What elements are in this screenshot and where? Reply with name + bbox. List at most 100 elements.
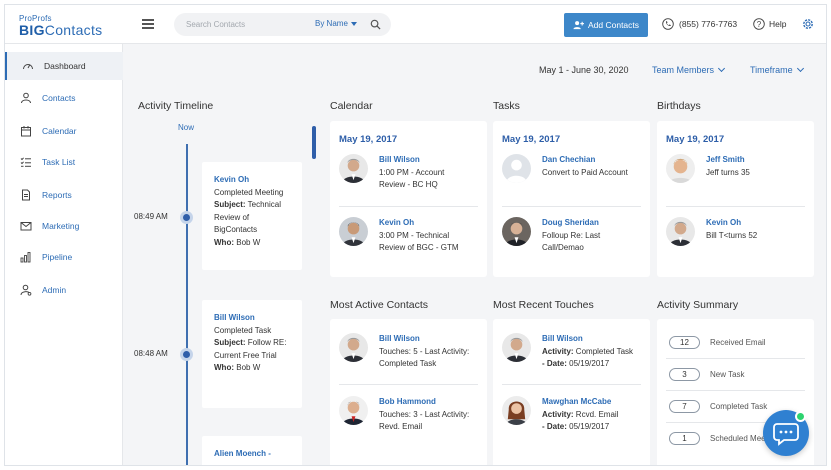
avatar bbox=[339, 396, 368, 425]
search-filter-dropdown[interactable]: By Name bbox=[315, 19, 357, 28]
add-contacts-button[interactable]: Add Contacts bbox=[564, 13, 648, 37]
birthday-item[interactable]: Kevin Oh Bill T<turns 52 bbox=[666, 217, 806, 257]
contact-name[interactable]: Kevin Oh bbox=[706, 217, 821, 230]
date-range: May 1 - June 30, 2020 bbox=[539, 65, 629, 75]
sidebar-item-label: Contacts bbox=[42, 93, 76, 103]
touch-item[interactable]: Bill Wilson Activity: Completed Task - D… bbox=[502, 333, 642, 373]
timeline-contact-name[interactable]: Kevin Oh bbox=[214, 174, 302, 187]
sidebar-item-calendar[interactable]: Calendar bbox=[5, 117, 123, 145]
recent-touches-card: Bill Wilson Activity: Completed Task - D… bbox=[493, 319, 650, 465]
timeline-who: Who: Bob W bbox=[214, 363, 261, 372]
sidebar-item-admin[interactable]: Admin bbox=[5, 276, 123, 304]
timeline-contact-name[interactable]: Alien Moench - bbox=[214, 448, 302, 461]
timeline-dot bbox=[180, 348, 193, 361]
touch-activity: Activity: Rcvd. Email bbox=[542, 409, 619, 419]
svg-text:?: ? bbox=[757, 20, 762, 29]
sidebar-item-label: Admin bbox=[42, 285, 67, 295]
summary-row[interactable]: 12 Received Email bbox=[666, 327, 805, 359]
birthdays-title: Birthdays bbox=[657, 100, 701, 112]
avatar bbox=[339, 154, 368, 183]
document-icon bbox=[22, 189, 30, 201]
menu-toggle-icon[interactable] bbox=[142, 19, 154, 29]
timeline-activity: Completed Meeting bbox=[214, 187, 284, 197]
task-item[interactable]: Doug Sheridan Folloup Re: Last Call/Dema… bbox=[502, 217, 642, 257]
sidebar-item-label: Pipeline bbox=[42, 252, 73, 262]
search-bar: By Name bbox=[174, 13, 391, 36]
sidebar-item-reports[interactable]: Reports bbox=[5, 181, 123, 209]
event-text: Kevin Oh 3:00 PM - Technical Review of B… bbox=[379, 217, 494, 255]
contact-name[interactable]: Bill Wilson bbox=[542, 333, 657, 346]
calendar-event[interactable]: Bill Wilson 1:00 PM - Account Review - B… bbox=[339, 154, 479, 194]
phone-number[interactable]: (855) 776-7763 bbox=[662, 18, 737, 30]
contact-name[interactable]: Kevin Oh bbox=[379, 217, 494, 230]
contact-name[interactable]: Doug Sheridan bbox=[542, 217, 657, 230]
timeline-subject-cont: Review of bbox=[214, 212, 250, 222]
event-detail: Review - BC HQ bbox=[379, 180, 438, 189]
sidebar-item-pipeline[interactable]: Pipeline bbox=[5, 243, 123, 271]
timeline-contact-name[interactable]: Bill Wilson bbox=[214, 312, 302, 325]
sidebar-item-marketing[interactable]: Marketing bbox=[5, 212, 123, 240]
event-detail: 3:00 PM - Technical bbox=[379, 230, 450, 240]
summary-label: New Task bbox=[710, 370, 745, 379]
logo-brand-main: BIGContacts bbox=[19, 22, 103, 38]
speedometer-icon bbox=[23, 64, 33, 70]
summary-label: Completed Task bbox=[710, 402, 768, 411]
summary-label: Scheduled Mee bbox=[710, 434, 766, 443]
contact-name[interactable]: Bob Hammond bbox=[379, 396, 494, 409]
sidebar-item-label: Calendar bbox=[42, 126, 77, 136]
calendar-icon bbox=[21, 126, 31, 137]
caret-down-icon bbox=[350, 21, 357, 26]
timeline-card[interactable]: Bill Wilson Completed Task Subject: Foll… bbox=[202, 300, 302, 408]
timeline-scrollbar[interactable] bbox=[312, 126, 316, 159]
contact-name[interactable]: Bill Wilson bbox=[379, 333, 494, 346]
avatar bbox=[666, 217, 695, 246]
touch-date: - Date: 05/19/2017 bbox=[542, 359, 610, 368]
summary-row[interactable]: 3 New Task bbox=[666, 359, 805, 391]
timeline-now-label: Now bbox=[178, 123, 195, 132]
envelope-icon bbox=[20, 222, 32, 231]
timeframe-dropdown[interactable]: Timeframe bbox=[750, 64, 804, 75]
touch-item[interactable]: Mawghan McCabe Activity: Rcvd. Email - D… bbox=[502, 396, 642, 436]
timeline-card[interactable]: Kevin Oh Completed Meeting Subject: Tech… bbox=[202, 162, 302, 270]
active-contact-item[interactable]: Bob Hammond Touches: 3 - Last Activity: … bbox=[339, 396, 479, 436]
summary-count: 1 bbox=[669, 432, 700, 445]
sidebar-item-contacts[interactable]: Contacts bbox=[5, 84, 123, 112]
task-item[interactable]: Dan Chechian Convert to Paid Account bbox=[502, 154, 642, 194]
admin-person-icon bbox=[20, 284, 32, 296]
online-status-dot bbox=[795, 411, 806, 422]
contact-text: Bill Wilson Touches: 5 - Last Activity: … bbox=[379, 333, 494, 371]
sidebar-item-task-list[interactable]: Task List bbox=[5, 148, 123, 176]
birthday-item[interactable]: Jeff Smith Jeff turns 35 bbox=[666, 154, 806, 194]
search-icon[interactable] bbox=[370, 19, 381, 30]
gear-icon[interactable] bbox=[801, 17, 815, 31]
contact-name[interactable]: Dan Chechian bbox=[542, 154, 657, 167]
timeline-subject-cont: BigContacts bbox=[214, 225, 258, 234]
timeline-dot bbox=[180, 211, 193, 224]
summary-count: 7 bbox=[669, 400, 700, 413]
sidebar-item-dashboard[interactable]: Dashboard bbox=[5, 52, 123, 80]
divider bbox=[339, 206, 478, 207]
timeline-card[interactable]: Alien Moench - bbox=[202, 436, 302, 465]
divider bbox=[502, 206, 641, 207]
team-members-dropdown[interactable]: Team Members bbox=[652, 64, 726, 75]
logo[interactable]: ProProfs BIGContacts bbox=[19, 14, 102, 38]
search-input[interactable] bbox=[186, 17, 306, 32]
contact-name[interactable]: Bill Wilson bbox=[379, 154, 494, 167]
add-user-icon bbox=[573, 21, 584, 30]
avatar-placeholder bbox=[502, 154, 531, 183]
contact-name[interactable]: Mawghan McCabe bbox=[542, 396, 657, 409]
help-link[interactable]: ? Help bbox=[753, 18, 786, 30]
active-contact-item[interactable]: Bill Wilson Touches: 5 - Last Activity: … bbox=[339, 333, 479, 373]
birthdays-date: May 19, 2017 bbox=[666, 134, 725, 145]
divider bbox=[339, 384, 478, 385]
calendar-event[interactable]: Kevin Oh 3:00 PM - Technical Review of B… bbox=[339, 217, 479, 257]
checklist-icon bbox=[20, 157, 31, 167]
birthday-text: Kevin Oh Bill T<turns 52 bbox=[706, 217, 821, 242]
contact-detail: Completed Task bbox=[379, 359, 437, 368]
avatar bbox=[502, 217, 531, 246]
contact-name[interactable]: Jeff Smith bbox=[706, 154, 821, 167]
summary-count: 12 bbox=[669, 336, 700, 349]
activity-timeline-title: Activity Timeline bbox=[138, 100, 214, 112]
tasks-card: May 19, 2017 Dan Chechian Convert to Pai… bbox=[493, 121, 650, 277]
event-detail: Review of BGC - GTM bbox=[379, 243, 459, 252]
